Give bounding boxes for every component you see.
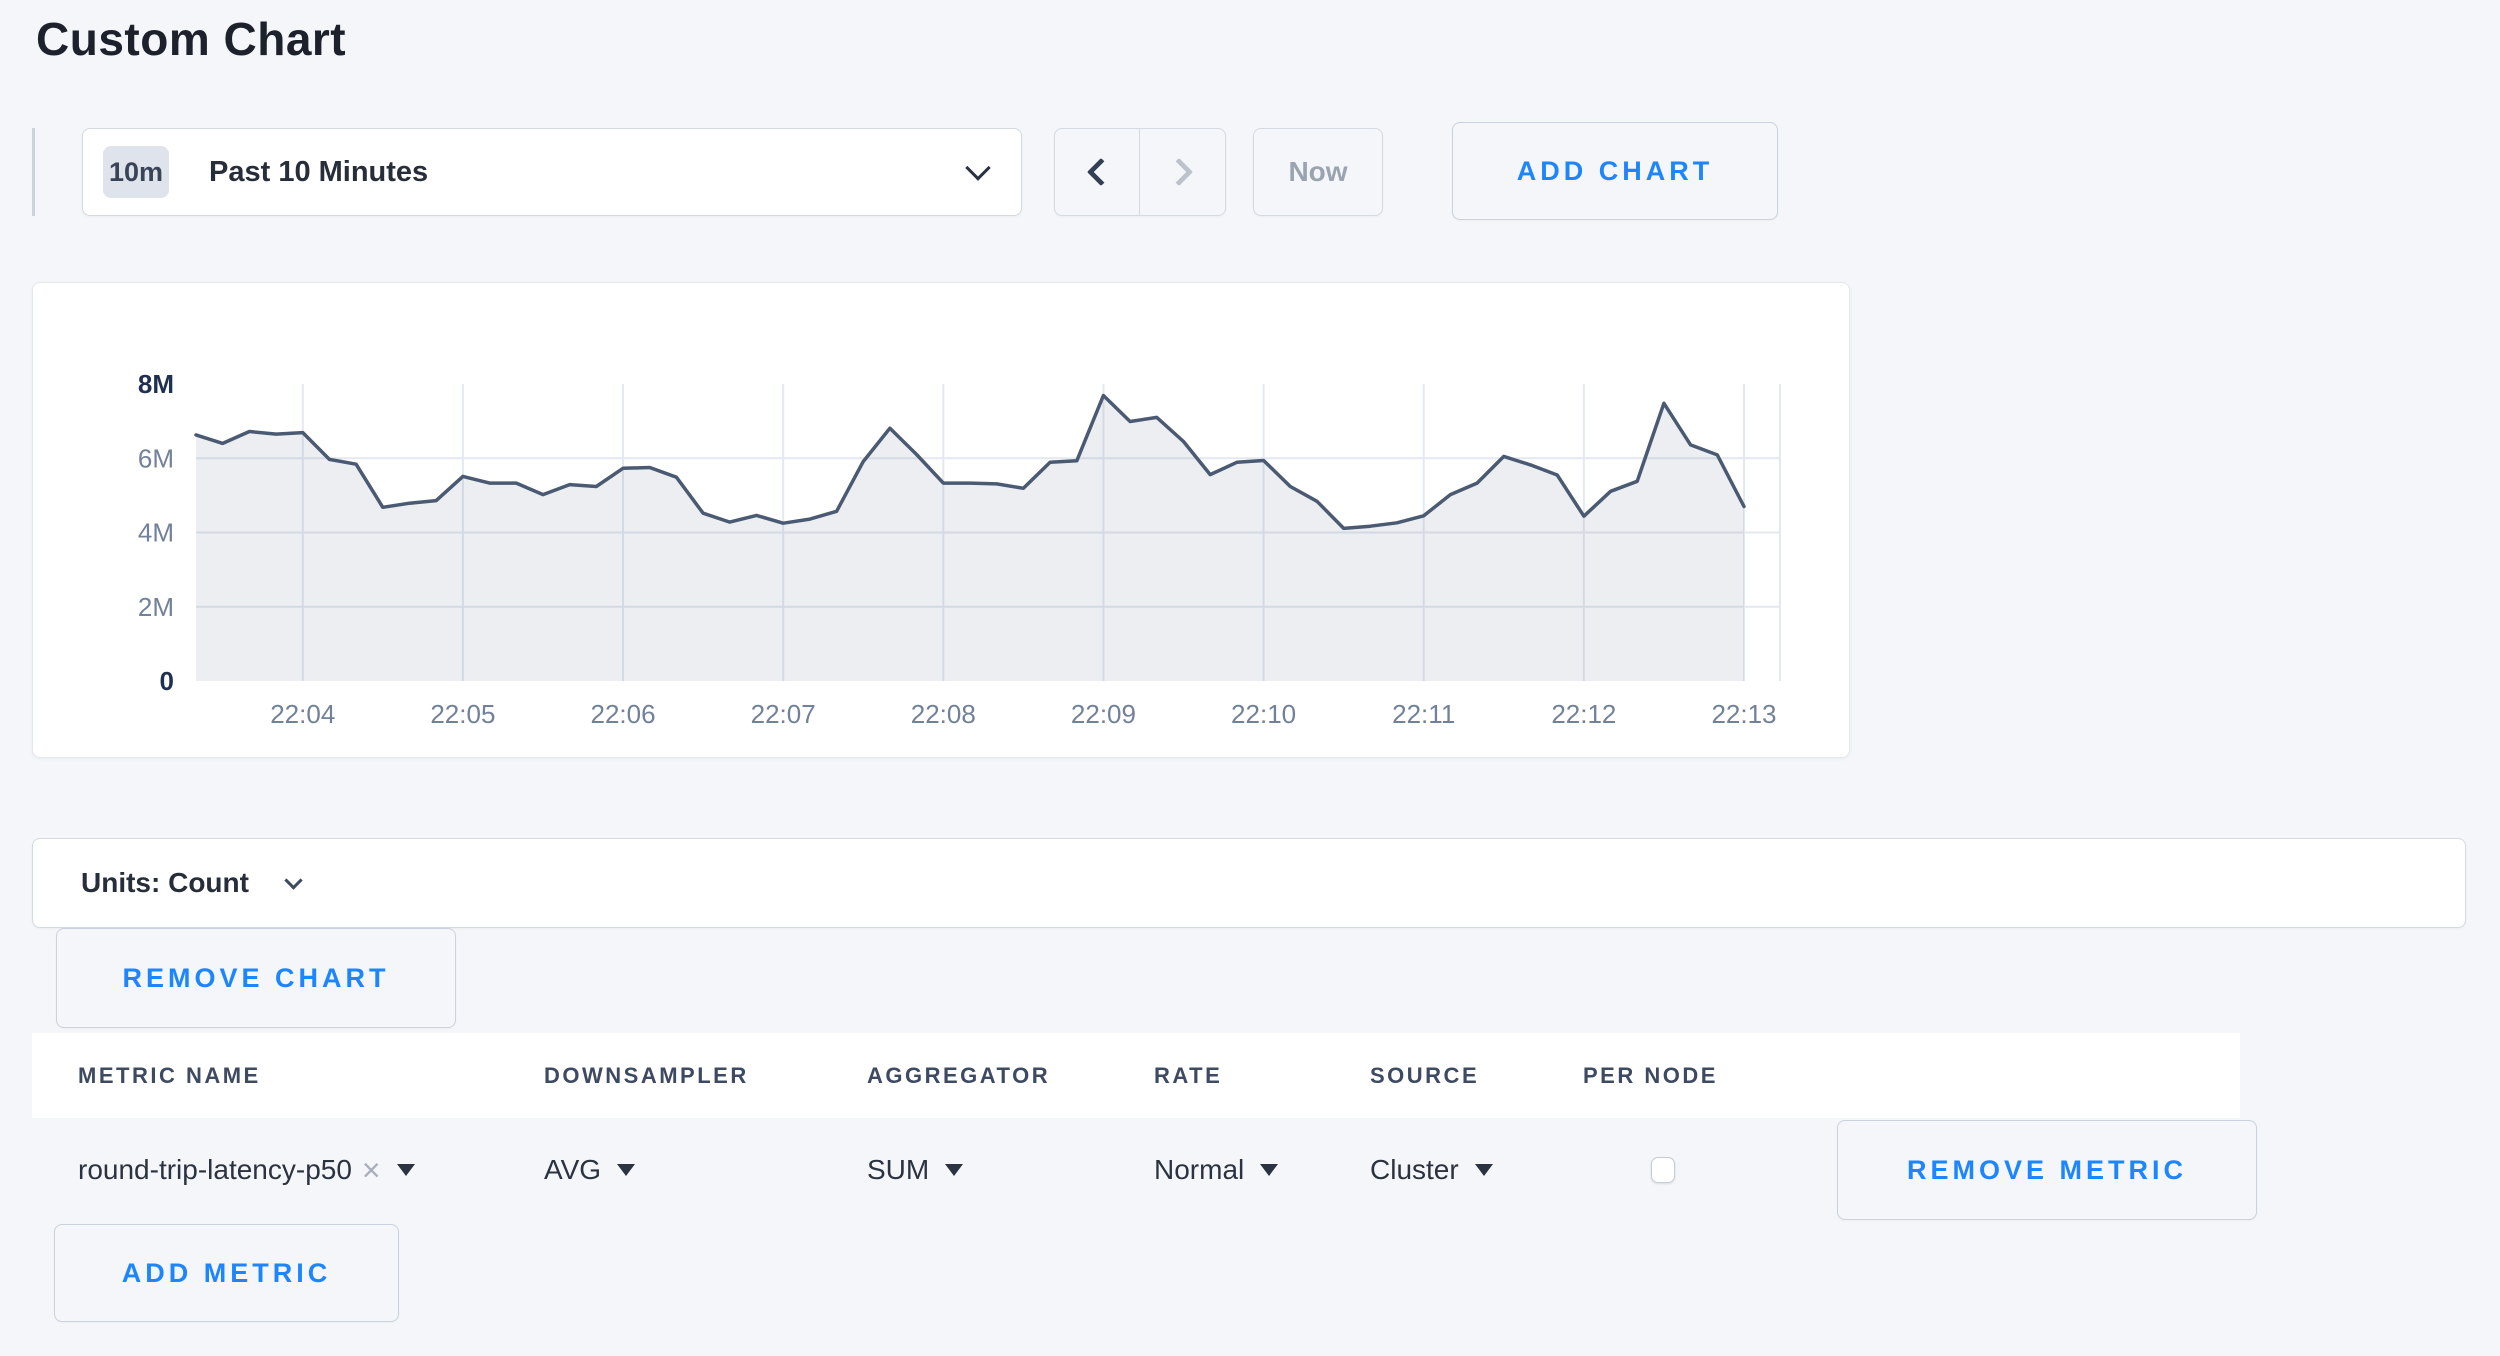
now-button[interactable]: Now [1253,128,1383,216]
add-metric-button[interactable]: ADD METRIC [54,1224,399,1322]
chevron-down-icon [965,155,990,180]
svg-text:22:08: 22:08 [911,699,976,729]
svg-text:22:09: 22:09 [1071,699,1136,729]
metric-area-chart: 0 2M 4M 6M 8M 22:04 22:05 22:06 22:07 22:08 22:09 2… [33,283,1851,759]
metric-row-actions: REMOVE METRIC [1805,1120,2257,1220]
svg-text:8M: 8M [138,369,174,399]
units-select[interactable]: Units: Count [32,838,2466,928]
chevron-left-icon [1087,158,1115,186]
remove-chart-button[interactable]: REMOVE CHART [56,928,456,1028]
rate-select[interactable]: Normal [1154,1154,1370,1186]
units-select-label: Units: Count [81,867,249,899]
metric-row: round-trip-latency-p50 × AVG SUM Normal … [32,1118,2240,1222]
close-icon[interactable]: × [362,1154,381,1186]
downsampler-select[interactable]: AVG [544,1154,867,1186]
svg-text:0: 0 [160,666,174,696]
caret-down-icon [617,1164,635,1176]
caret-down-icon [397,1164,415,1176]
svg-text:22:06: 22:06 [590,699,655,729]
time-back-button[interactable] [1055,129,1140,215]
chevron-down-icon [284,871,302,889]
svg-text:22:11: 22:11 [1392,699,1455,729]
column-header-rate: RATE [1154,1063,1370,1089]
time-window-accent-bar [32,128,35,216]
per-node-cell [1583,1157,1805,1183]
time-window-label: Past 10 Minutes [209,156,428,189]
custom-chart-page: Custom Chart 10m Past 10 Minutes Now ADD… [0,0,2500,1356]
caret-down-icon [945,1164,963,1176]
caret-down-icon [1260,1164,1278,1176]
caret-down-icon [1475,1164,1493,1176]
aggregator-value: SUM [867,1154,929,1186]
time-window-select[interactable]: 10m Past 10 Minutes [82,128,1022,216]
metric-name-value: round-trip-latency-p50 [78,1154,352,1186]
svg-text:22:12: 22:12 [1551,699,1616,729]
column-header-source: SOURCE [1370,1063,1583,1089]
column-header-per-node: PER NODE [1583,1063,1805,1089]
add-chart-button[interactable]: ADD CHART [1452,122,1778,220]
svg-text:6M: 6M [138,443,174,473]
svg-text:22:05: 22:05 [430,699,495,729]
svg-text:22:10: 22:10 [1231,699,1296,729]
metrics-table-header: METRIC NAME DOWNSAMPLER AGGREGATOR RATE … [32,1033,2240,1118]
chart-card: 0 2M 4M 6M 8M 22:04 22:05 22:06 22:07 22:08 22:09 2… [32,282,1850,758]
metrics-table: METRIC NAME DOWNSAMPLER AGGREGATOR RATE … [32,1033,2240,1222]
svg-text:4M: 4M [138,518,174,548]
metric-name-select[interactable]: round-trip-latency-p50 × [78,1154,544,1186]
downsampler-value: AVG [544,1154,601,1186]
time-nav-group [1054,128,1226,216]
page-title: Custom Chart [36,12,346,66]
rate-value: Normal [1154,1154,1244,1186]
column-header-downsampler: DOWNSAMPLER [544,1063,867,1089]
column-header-metric-name: METRIC NAME [78,1063,544,1089]
time-forward-button[interactable] [1140,129,1225,215]
source-value: Cluster [1370,1154,1459,1186]
aggregator-select[interactable]: SUM [867,1154,1154,1186]
svg-text:22:07: 22:07 [751,699,816,729]
svg-text:22:13: 22:13 [1711,699,1776,729]
chevron-right-icon [1164,158,1192,186]
svg-text:22:04: 22:04 [270,699,335,729]
remove-metric-button[interactable]: REMOVE METRIC [1837,1120,2257,1220]
source-select[interactable]: Cluster [1370,1154,1583,1186]
column-header-aggregator: AGGREGATOR [867,1063,1154,1089]
time-window-badge: 10m [103,146,169,198]
svg-text:2M: 2M [138,592,174,622]
per-node-checkbox[interactable] [1651,1157,1675,1183]
